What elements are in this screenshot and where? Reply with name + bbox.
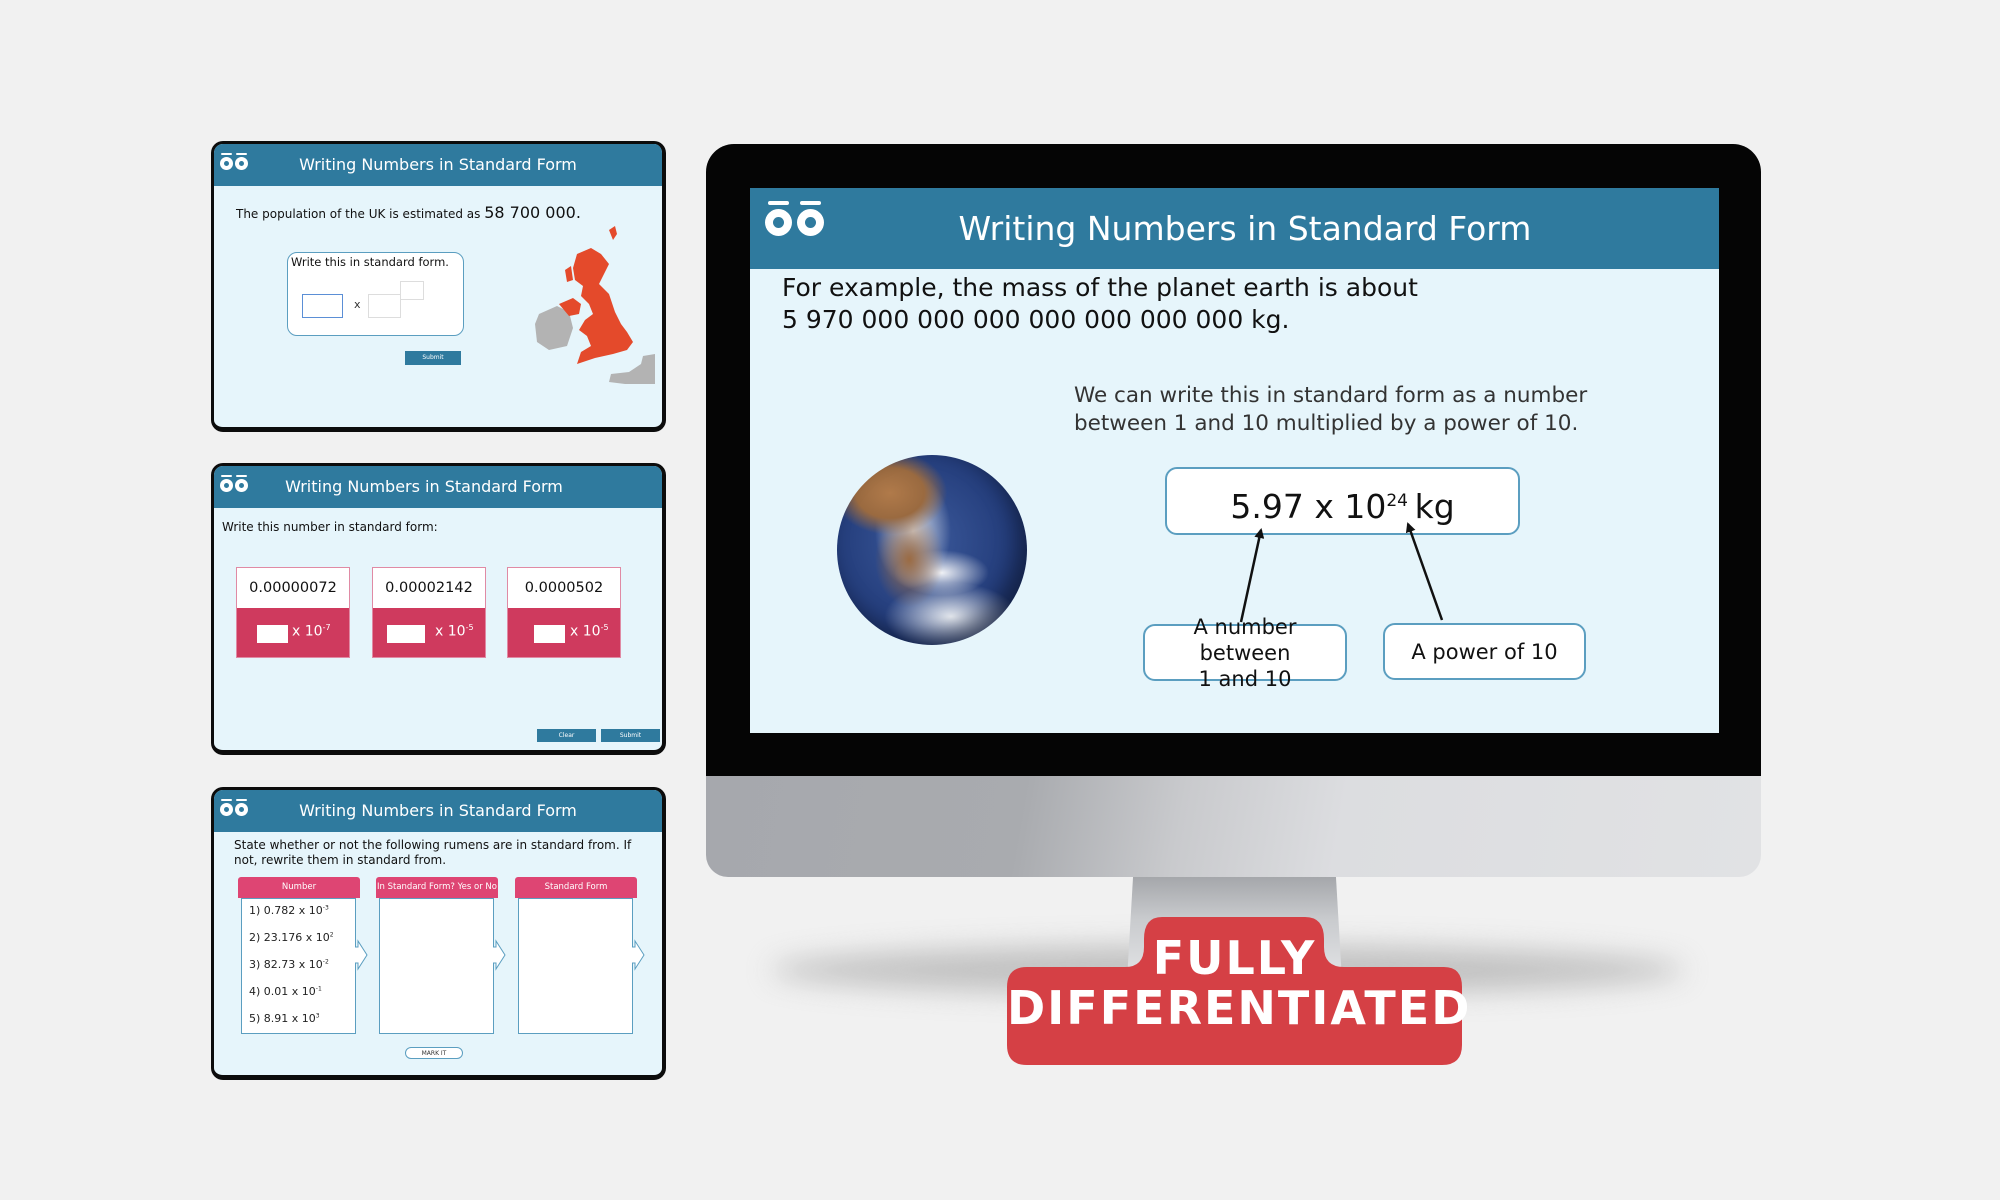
callout-number-between: A number between 1 and 10	[1143, 615, 1347, 691]
question-box: 0.00000072 x 10-7	[236, 567, 350, 658]
power-label: x 10-7	[292, 623, 331, 640]
badge-line: DIFFERENTIATED	[1007, 981, 1472, 1035]
uk-map-icon	[535, 226, 655, 384]
decimal-number: 0.00002142	[373, 568, 485, 608]
preview-card-decimals: Writing Numbers in Standard Form Write t…	[211, 463, 666, 755]
answer-box-label: Write this in standard form.	[291, 255, 449, 269]
mark-it-button[interactable]: MARK IT	[405, 1047, 463, 1059]
coefficient-input[interactable]	[302, 294, 343, 318]
question-box: 0.00002142 x 10-5	[372, 567, 486, 658]
standard-form-result: 5.97 x 1024 kg	[1165, 467, 1520, 535]
column-header: Number	[238, 877, 360, 898]
prompt-text: The population of the UK is estimated as	[236, 207, 485, 221]
list-item: 3) 82.73 x 10-2	[249, 958, 329, 971]
explanation-line: between 1 and 10 multiplied by a power o…	[1074, 411, 1579, 436]
submit-button[interactable]: Submit	[405, 351, 461, 365]
column-header: In Standard Form? Yes or No	[376, 877, 498, 898]
yes-no-dropzone[interactable]	[379, 898, 494, 1034]
times-ten: x 10	[292, 623, 323, 640]
list-item: 2) 23.176 x 102	[249, 931, 334, 944]
list-item: 5) 8.91 x 103	[249, 1012, 320, 1025]
callout-line: 1 and 10	[1198, 666, 1292, 691]
monitor-chin	[706, 776, 1761, 877]
card-title: Writing Numbers in Standard Form	[285, 477, 563, 496]
earth-mass-number: 5 970 000 000 000 000 000 000 000 kg.	[782, 305, 1290, 334]
times-ten: x 10	[570, 623, 601, 640]
coefficient-input[interactable]	[387, 625, 425, 643]
standard-form-dropzone[interactable]	[518, 898, 633, 1034]
question-prompt: State whether or not the following rumen…	[234, 838, 632, 867]
intro-line: For example, the mass of the planet eart…	[782, 273, 1418, 302]
column-header: Standard Form	[515, 877, 637, 898]
explanation-text: We can write this in standard form as a …	[1074, 382, 1587, 438]
list-item: 1) 0.782 x 10-3	[249, 904, 329, 917]
chevron-right-icon	[632, 939, 645, 971]
clear-button[interactable]: Clear	[537, 729, 596, 742]
preview-card-population: Writing Numbers in Standard Form The pop…	[211, 141, 666, 432]
chevron-right-icon	[493, 939, 506, 971]
times-ten: x 10	[435, 623, 466, 640]
question-prompt: The population of the UK is estimated as…	[236, 203, 581, 222]
earth-globe-icon	[837, 455, 1027, 645]
intro-text: For example, the mass of the planet eart…	[782, 272, 1418, 336]
power-label: x 10-5	[570, 623, 609, 640]
card-title: Writing Numbers in Standard Form	[299, 801, 577, 820]
callout-power-of-ten: A power of 10	[1383, 623, 1586, 680]
chevron-right-icon	[355, 939, 368, 971]
submit-button[interactable]: Submit	[601, 729, 660, 742]
times-symbol: x	[354, 298, 361, 311]
question-box: 0.0000502 x 10-5	[507, 567, 621, 658]
population-number: 58 700 000.	[484, 203, 581, 222]
slide-title: Writing Numbers in Standard Form	[958, 209, 1532, 248]
card-header: Writing Numbers in Standard Form	[214, 144, 662, 186]
card-title: Writing Numbers in Standard Form	[299, 155, 577, 174]
preview-card-check-standard-form: Writing Numbers in Standard Form State w…	[211, 787, 666, 1080]
owl-eyes-logo-icon	[765, 201, 824, 236]
base-input[interactable]	[368, 294, 401, 318]
exponent-input[interactable]	[400, 281, 424, 300]
decimal-number: 0.0000502	[508, 568, 620, 608]
decimal-number: 0.00000072	[237, 568, 349, 608]
badge-line: FULLY	[1152, 931, 1317, 985]
exponent: -5	[600, 623, 609, 632]
callout-line: A number between	[1193, 614, 1297, 665]
coefficient-input[interactable]	[534, 625, 565, 643]
exponent: 24	[1386, 491, 1408, 511]
explanation-line: We can write this in standard form as a …	[1074, 383, 1588, 408]
exponent: -5	[465, 623, 474, 632]
coefficient-input[interactable]	[257, 625, 288, 643]
card-header: Writing Numbers in Standard Form	[214, 790, 662, 832]
exponent: -7	[322, 623, 331, 632]
unit: kg	[1414, 487, 1455, 526]
badge-text: FULLY DIFFERENTIATED	[1007, 931, 1472, 1035]
card-header: Writing Numbers in Standard Form	[214, 466, 662, 508]
mantissa: 5.97 x 10	[1230, 487, 1387, 526]
question-prompt: Write this number in standard form:	[222, 520, 438, 534]
list-item: 4) 0.01 x 10-1	[249, 985, 322, 998]
power-label: x 10-5	[435, 623, 474, 640]
number-list: 1) 0.782 x 10-3 2) 23.176 x 102 3) 82.73…	[241, 898, 356, 1034]
